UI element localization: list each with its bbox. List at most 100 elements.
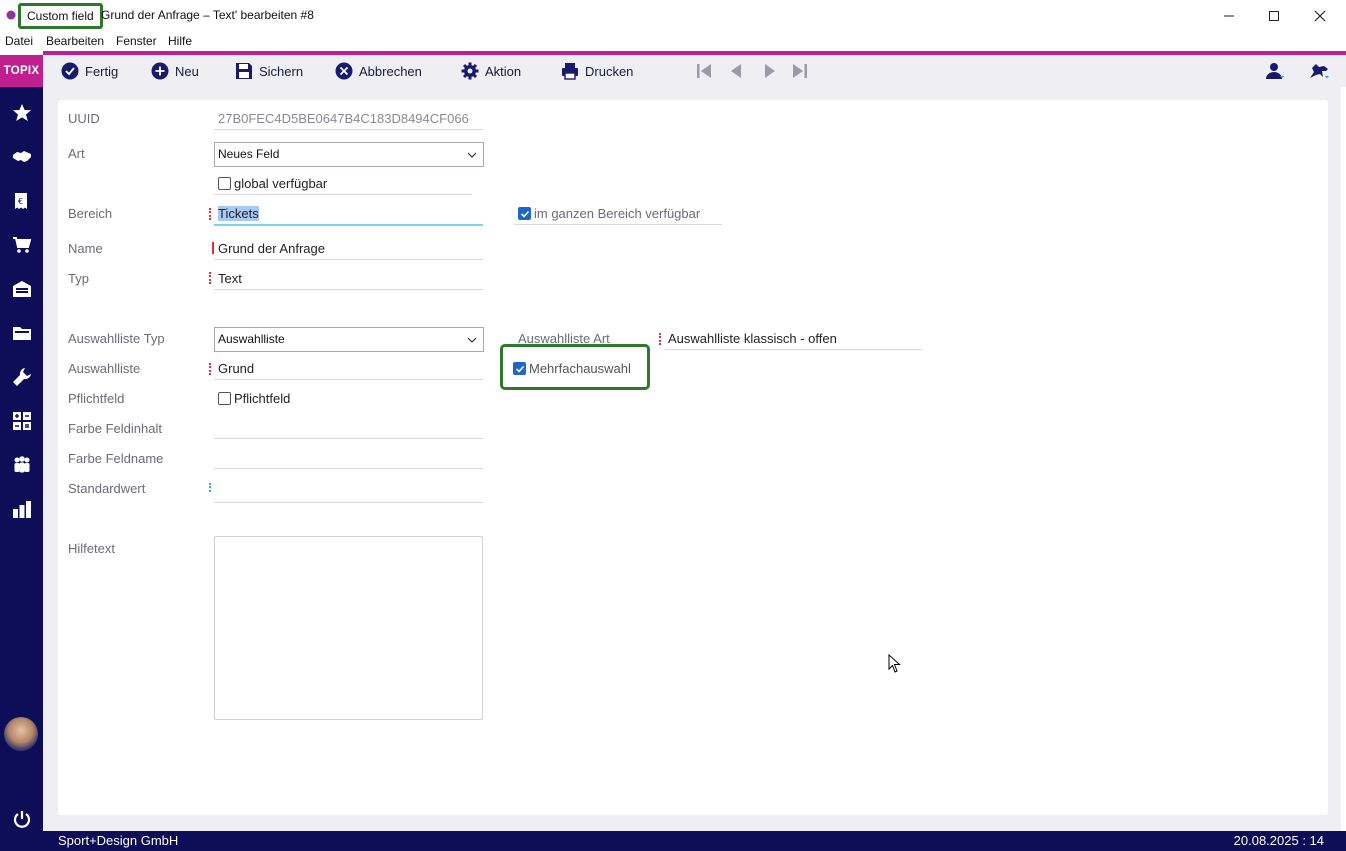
- previous-icon: [731, 64, 741, 78]
- menu-fenster[interactable]: Fenster: [116, 34, 157, 48]
- maximize-icon: [1269, 10, 1279, 21]
- maximize-button[interactable]: [1251, 0, 1297, 31]
- checkmark-icon: [520, 210, 530, 218]
- standardwert-input[interactable]: [214, 502, 483, 503]
- typ-value[interactable]: Text: [218, 271, 242, 286]
- wrench-icon: [12, 367, 31, 386]
- required-marker: [659, 333, 662, 345]
- menu-datei[interactable]: Datei: [5, 34, 33, 48]
- sidebar-service[interactable]: [11, 366, 32, 387]
- last-record-button[interactable]: [792, 62, 808, 80]
- folder-icon: [12, 326, 31, 340]
- sidebar-sales[interactable]: [11, 234, 32, 255]
- bereich-input[interactable]: Tickets: [218, 206, 259, 221]
- window-edge: [1341, 87, 1346, 831]
- sidebar-accounting[interactable]: [11, 410, 32, 431]
- sidebar-reports[interactable]: [11, 498, 32, 519]
- chart-icon: [12, 500, 31, 518]
- power-icon: [13, 810, 30, 828]
- window-title: Grund der Anfrage – Text' bearbeiten #8: [101, 8, 314, 22]
- previous-record-button[interactable]: [729, 62, 745, 80]
- plus-circle-icon: [151, 62, 169, 80]
- ganzer-bereich-underline: [514, 224, 722, 225]
- user-menu-button[interactable]: [1265, 62, 1285, 80]
- company-name: Sport+Design GmbH: [58, 833, 179, 848]
- sidebar: TOPIX €: [0, 55, 43, 851]
- minimize-icon: [1224, 15, 1234, 16]
- avatar[interactable]: [4, 717, 38, 751]
- bereich-value: Tickets: [218, 206, 259, 221]
- auswahlliste-typ-value: Auswahlliste: [218, 332, 285, 346]
- printer-icon: [562, 63, 578, 80]
- neu-button[interactable]: Neu: [151, 61, 199, 81]
- first-record-button[interactable]: [696, 62, 712, 80]
- kangaroo-icon: [1310, 64, 1329, 79]
- required-marker: [212, 242, 215, 254]
- app-menu-button[interactable]: [1308, 62, 1330, 80]
- user-icon: [1266, 63, 1284, 79]
- mehrfachauswahl-checkbox[interactable]: [513, 362, 526, 375]
- drucken-label: Drucken: [585, 63, 634, 79]
- ganzer-bereich-checkbox[interactable]: [518, 207, 531, 220]
- auswahlliste-label: Auswahlliste: [68, 361, 141, 376]
- auswahlliste-typ-select[interactable]: Auswahlliste: [214, 327, 484, 352]
- menu-bar: Datei Bearbeiten Fenster Hilfe: [0, 31, 1346, 51]
- close-button[interactable]: [1297, 0, 1343, 31]
- menu-hilfe[interactable]: Hilfe: [168, 34, 192, 48]
- farbe-feldname-input[interactable]: [214, 468, 483, 469]
- skip-first-icon: [697, 64, 711, 78]
- name-underline: [214, 259, 483, 260]
- sidebar-crm[interactable]: [11, 146, 32, 167]
- optional-marker: [209, 483, 212, 492]
- team-icon: [14, 455, 29, 472]
- abbrechen-label: Abbrechen: [359, 63, 422, 79]
- sidebar-warehouse[interactable]: [11, 278, 32, 299]
- art-select[interactable]: Neues Feld: [214, 142, 484, 167]
- bereich-underline: [214, 224, 483, 226]
- status-date: 20.08.2025 : 14: [1233, 833, 1324, 848]
- cancel-circle-icon: [335, 62, 353, 80]
- pflichtfeld-checkbox[interactable]: [218, 392, 231, 405]
- typ-label: Typ: [68, 271, 89, 286]
- global-label: global verfügbar: [234, 176, 328, 191]
- next-icon: [765, 64, 775, 78]
- calculator-icon: [12, 411, 31, 430]
- menu-bearbeiten[interactable]: Bearbeiten: [46, 34, 104, 48]
- app-icon: [6, 9, 16, 21]
- aktion-button[interactable]: Aktion: [461, 61, 521, 81]
- checkmark-icon: [515, 365, 525, 373]
- name-value[interactable]: Grund der Anfrage: [218, 241, 325, 256]
- sidebar-documents[interactable]: [11, 322, 32, 343]
- aktion-label: Aktion: [485, 63, 522, 79]
- drucken-button[interactable]: Drucken: [561, 61, 633, 81]
- global-checkbox[interactable]: [218, 177, 231, 190]
- farbe-feldinhalt-label: Farbe Feldinhalt: [68, 421, 162, 436]
- minimize-button[interactable]: [1206, 0, 1252, 31]
- chevron-down-icon: [467, 152, 477, 158]
- mouse-cursor-icon: [888, 654, 901, 673]
- name-label: Name: [68, 241, 103, 256]
- auswahlliste-typ-label: Auswahlliste Typ: [68, 331, 165, 346]
- typ-underline: [214, 289, 483, 290]
- auswahlliste-art-value[interactable]: Auswahlliste klassisch - offen: [668, 331, 837, 346]
- uuid-label: UUID: [68, 111, 100, 126]
- uuid-value: 27B0FEC4D5BE0647B4C183D8494CF066: [218, 111, 469, 126]
- next-record-button[interactable]: [761, 62, 777, 80]
- farbe-feldname-label: Farbe Feldname: [68, 451, 164, 466]
- auswahlliste-value[interactable]: Grund: [218, 361, 254, 376]
- hilfetext-textarea[interactable]: [214, 536, 483, 720]
- sidebar-logout[interactable]: [11, 808, 32, 829]
- fertig-label: Fertig: [85, 63, 119, 79]
- handshake-icon: [12, 150, 31, 162]
- abbrechen-button[interactable]: Abbrechen: [335, 61, 422, 81]
- fertig-button[interactable]: Fertig: [61, 61, 118, 81]
- sidebar-favorites[interactable]: [11, 102, 32, 123]
- star-icon: [12, 103, 31, 121]
- topix-logo: TOPIX: [0, 55, 43, 87]
- chevron-down-icon: [467, 337, 477, 343]
- invoice-icon: €: [14, 192, 27, 209]
- farbe-feldinhalt-input[interactable]: [214, 438, 483, 439]
- sidebar-invoices[interactable]: €: [11, 190, 32, 211]
- sidebar-team[interactable]: [11, 454, 32, 475]
- sichern-button[interactable]: Sichern: [235, 61, 303, 81]
